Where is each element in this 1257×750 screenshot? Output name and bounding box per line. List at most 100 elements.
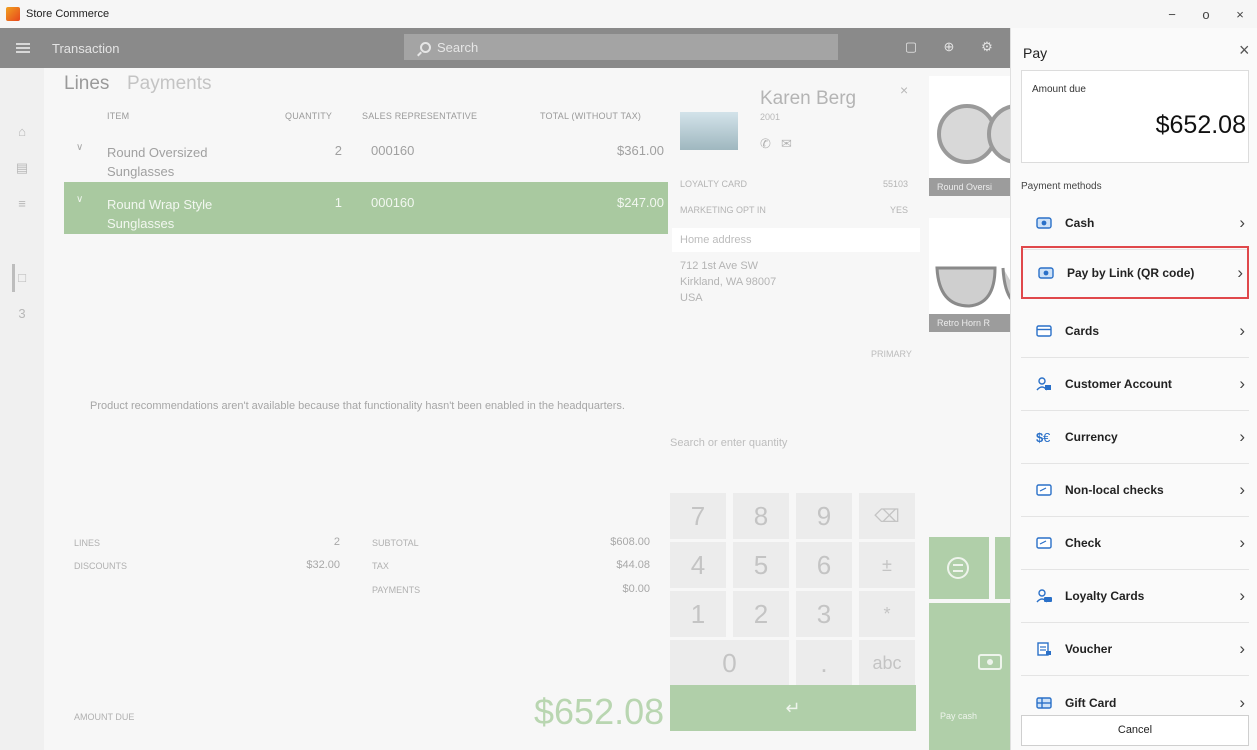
pay-cash-tile[interactable] [929, 603, 1010, 750]
quantity-search-input[interactable]: Search or enter quantity [670, 437, 787, 449]
plus-minus-key[interactable]: ± [859, 542, 915, 588]
expand-chevron-icon[interactable]: ∨ [76, 194, 83, 205]
list-icon[interactable]: ≡ [0, 192, 44, 216]
numpad-key-0[interactable]: 0 [670, 640, 789, 686]
line-item-total: $247.00 [617, 195, 664, 210]
address-line-2: Kirkland, WA 98007 [680, 276, 777, 288]
payment-method-loyalty-cards[interactable]: Loyalty Cards › [1021, 570, 1249, 623]
abc-key[interactable]: abc [859, 640, 915, 686]
sunglasses-image [937, 104, 1011, 164]
customer-image [680, 112, 738, 150]
payment-method-voucher[interactable]: Voucher › [1021, 623, 1249, 676]
payment-method-cards[interactable]: Cards › [1021, 305, 1249, 358]
address-line-3: USA [680, 292, 703, 304]
enter-key[interactable]: ↵ [670, 685, 916, 731]
hamburger-menu-icon[interactable] [16, 43, 30, 53]
payment-method-non-local-checks[interactable]: Non-local checks › [1021, 464, 1249, 517]
pay-amount-due-value: $652.08 [1155, 111, 1246, 139]
numpad-key-8[interactable]: 8 [733, 493, 789, 539]
restore-button[interactable]: o [1189, 0, 1223, 28]
chevron-right-icon: › [1239, 374, 1245, 393]
column-header-sales-rep: SALES REPRESENTATIVE [362, 111, 478, 121]
home-icon[interactable]: ⌂ [0, 120, 44, 144]
home-address-header: Home address [672, 228, 920, 252]
column-header-total: TOTAL (WITHOUT TAX) [540, 111, 642, 121]
multiply-key[interactable]: * [859, 591, 915, 637]
voucher-icon [1036, 642, 1052, 656]
cancel-button[interactable]: Cancel [1021, 715, 1249, 746]
card-icon [1036, 324, 1052, 338]
numpad-key-4[interactable]: 4 [670, 542, 726, 588]
column-header-quantity: QUANTITY [285, 111, 333, 121]
email-icon[interactable]: ✉ [781, 136, 792, 152]
tab-lines[interactable]: Lines [64, 73, 109, 95]
equals-icon [947, 557, 969, 579]
payment-method-currency[interactable]: $ € Currency › [1021, 411, 1249, 464]
numpad-key-1[interactable]: 1 [670, 591, 726, 637]
chevron-right-icon: › [1239, 692, 1245, 712]
top-bar: Transaction Search ▢ ⊕ ⚙ [0, 28, 1010, 68]
customer-name[interactable]: Karen Berg [760, 88, 856, 110]
payment-method-pay-by-link[interactable]: Pay by Link (QR code) › [1021, 246, 1249, 299]
chat-icon[interactable]: ▢ [904, 40, 918, 54]
amount-due-card: Amount due $652.08 [1021, 70, 1249, 163]
quick-action-tile[interactable] [929, 537, 989, 599]
chevron-right-icon: › [1239, 480, 1245, 499]
remove-customer-icon[interactable]: × [900, 82, 908, 98]
numpad-key-9[interactable]: 9 [796, 493, 852, 539]
line-item-sales-rep: 000160 [371, 143, 415, 158]
payment-method-customer-account[interactable]: Customer Account › [1021, 358, 1249, 411]
tab-payments[interactable]: Payments [127, 73, 211, 95]
line-item-row[interactable]: ∨ Round Oversized Sunglasses 2 000160 $3… [64, 130, 668, 182]
search-input[interactable]: Search [404, 34, 838, 60]
line-item-sales-rep: 000160 [371, 195, 415, 210]
globe-icon[interactable]: ⊕ [942, 40, 956, 54]
chevron-right-icon: › [1239, 639, 1245, 658]
minimize-button[interactable]: − [1155, 0, 1189, 28]
cash-icon [1036, 216, 1052, 230]
product-tile-retro-horn[interactable] [929, 218, 1011, 328]
pay-panel-title: Pay [1023, 45, 1048, 61]
line-item-row-selected[interactable]: ∨ Round Wrap Style Sunglasses 1 000160 $… [64, 182, 668, 234]
lines-count-value: 2 [333, 536, 340, 548]
decimal-key[interactable]: . [796, 640, 852, 686]
expand-chevron-icon[interactable]: ∨ [76, 142, 83, 153]
payment-methods-label: Payment methods [1021, 181, 1102, 192]
subtotal-value: $608.00 [610, 536, 650, 548]
pay-cash-label: Pay cash [940, 711, 978, 721]
transaction-screen: Transaction Search ▢ ⊕ ⚙ ⌂ ▤ ≡ □ 3 Lines… [0, 28, 1011, 750]
marketing-opt-in-value: YES [889, 205, 908, 215]
line-item-name: Round Wrap Style Sunglasses [107, 197, 213, 231]
settings-icon[interactable]: ⚙ [980, 40, 994, 54]
tax-label: TAX [372, 561, 389, 571]
numpad-key-3[interactable]: 3 [796, 591, 852, 637]
product-tile-round-oversized[interactable] [929, 76, 1011, 186]
discounts-value: $32.00 [306, 559, 340, 571]
payment-method-cash[interactable]: Cash › [1021, 197, 1249, 250]
quick-action-tile[interactable] [995, 537, 1010, 599]
payments-label: PAYMENTS [372, 585, 421, 595]
discounts-label: DISCOUNTS [74, 561, 128, 571]
close-window-button[interactable]: × [1223, 0, 1257, 28]
window-title: Store Commerce [26, 8, 110, 20]
window-controls: − o × [1155, 0, 1257, 28]
numpad-key-2[interactable]: 2 [733, 591, 789, 637]
pay-amount-due-label: Amount due [1032, 84, 1086, 95]
cash-icon [1038, 266, 1054, 280]
cart-icon[interactable]: □ [0, 266, 44, 290]
product-label: Round Oversi [929, 178, 1011, 196]
phone-icon[interactable]: ✆ [760, 136, 771, 152]
numpad-key-7[interactable]: 7 [670, 493, 726, 539]
window-titlebar: Store Commerce − o × [0, 0, 1257, 28]
line-item-quantity: 2 [334, 143, 342, 158]
backspace-key[interactable]: ⌫ [859, 493, 915, 539]
close-pay-panel-icon[interactable]: × [1239, 40, 1250, 61]
numpad-key-6[interactable]: 6 [796, 542, 852, 588]
search-placeholder: Search [437, 39, 479, 55]
loyalty-icon [1036, 589, 1052, 603]
products-icon[interactable]: ▤ [0, 156, 44, 180]
app-logo-icon [6, 7, 20, 21]
payment-method-check[interactable]: Check › [1021, 517, 1249, 570]
numpad-key-5[interactable]: 5 [733, 542, 789, 588]
svg-text:€: € [1043, 430, 1051, 444]
